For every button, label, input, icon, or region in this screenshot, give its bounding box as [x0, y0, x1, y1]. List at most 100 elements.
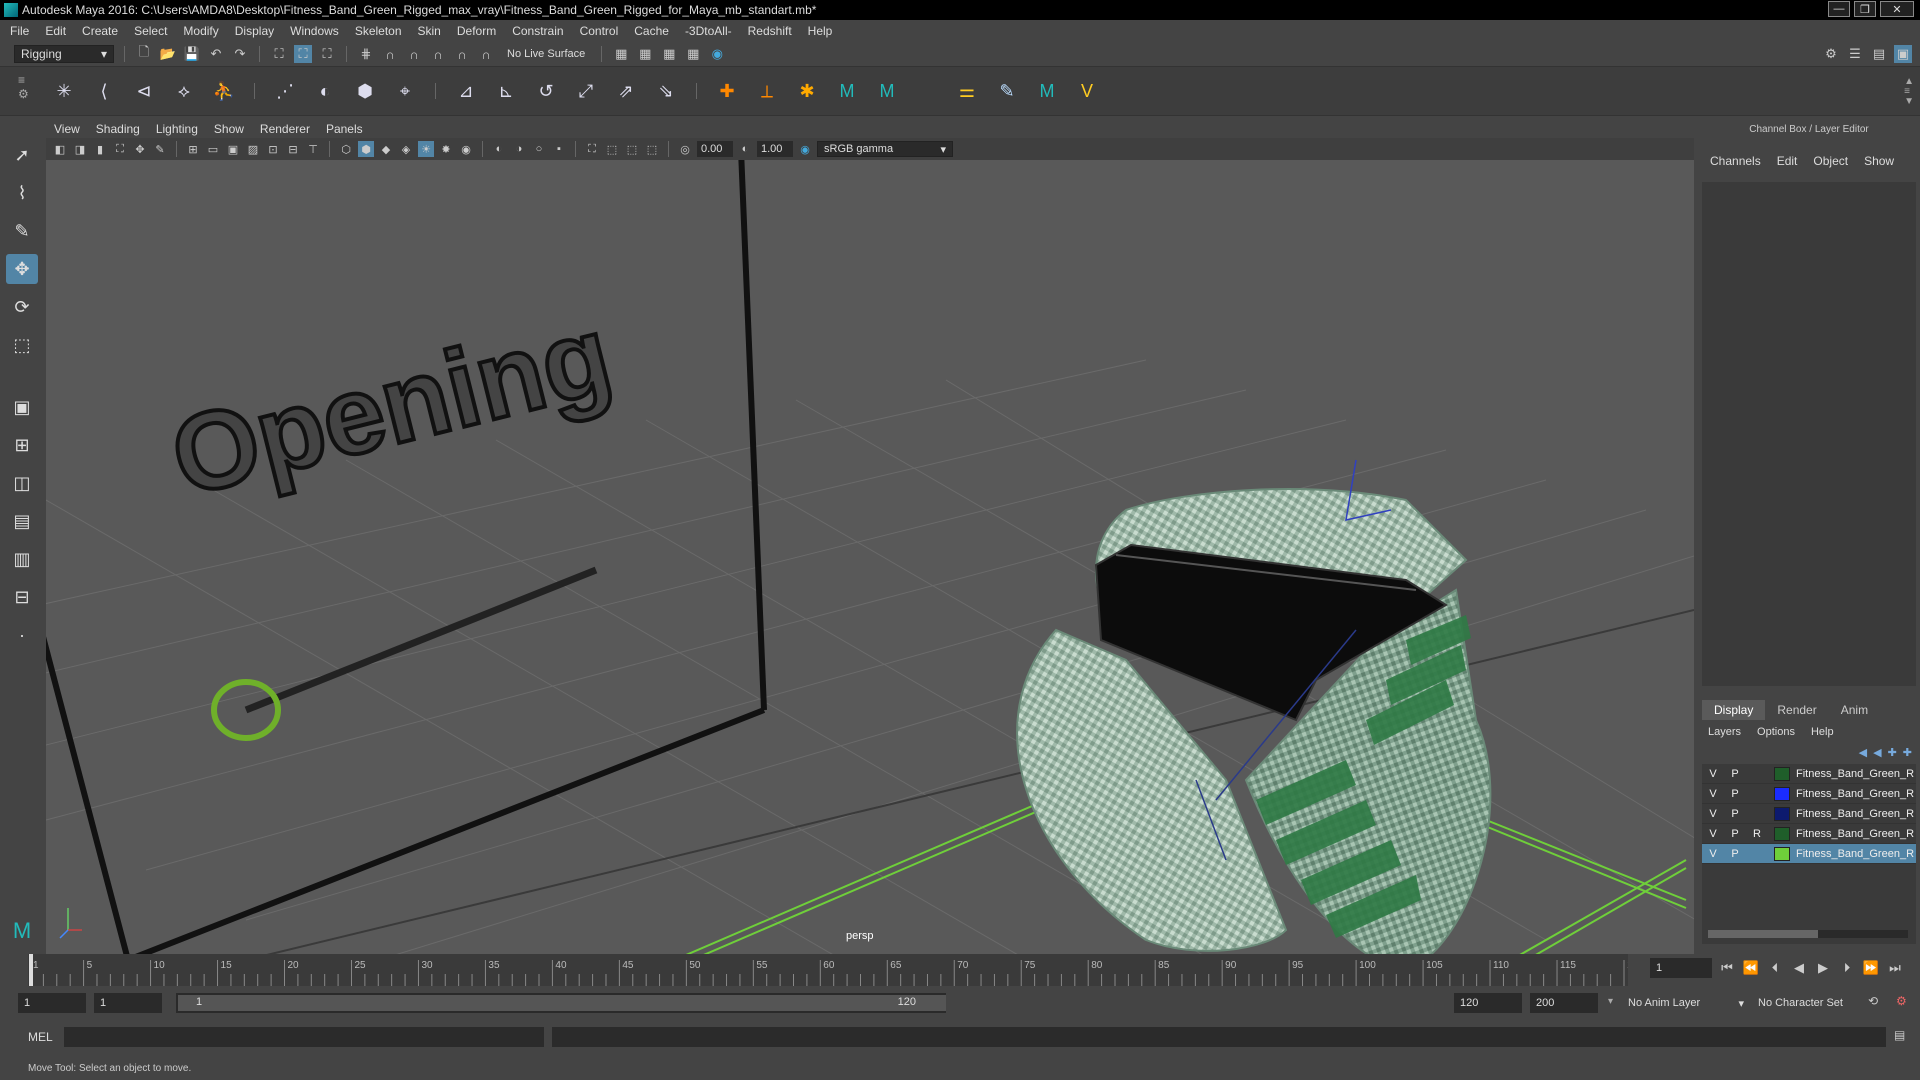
select-hierarchy-icon[interactable]: ⛶: [270, 45, 288, 63]
safe-action-icon[interactable]: ⊟: [285, 141, 301, 157]
channel-list[interactable]: [1702, 182, 1916, 686]
humanik-icon[interactable]: ⛹: [210, 77, 238, 105]
range-handle[interactable]: [178, 995, 946, 1011]
mirror-joint-icon[interactable]: ⟡: [170, 77, 198, 105]
step-back-frame-icon[interactable]: ⏴: [1766, 959, 1784, 977]
scrollbar-thumb[interactable]: [1708, 930, 1818, 938]
tool-settings-icon[interactable]: ▤: [1870, 45, 1888, 63]
maya-icon-3[interactable]: M: [1033, 77, 1061, 105]
layer-menu-options[interactable]: Options: [1757, 726, 1795, 738]
new-layer-icon[interactable]: ✚: [1888, 746, 1897, 759]
playback-start-field[interactable]: 1: [94, 993, 162, 1013]
constraint-pole-icon[interactable]: ⇘: [652, 77, 680, 105]
maya-icon-2[interactable]: M: [873, 77, 901, 105]
cb-menu-object[interactable]: Object: [1813, 154, 1848, 176]
new-scene-icon[interactable]: 🗋: [135, 44, 153, 63]
camera-attr-icon[interactable]: ◨: [72, 141, 88, 157]
attribute-editor-icon[interactable]: ☰: [1846, 45, 1864, 63]
vp-menu-view[interactable]: View: [54, 122, 80, 136]
rotate-tool-icon[interactable]: ⟳: [6, 292, 38, 322]
play-forwards-icon[interactable]: ▶: [1814, 959, 1832, 977]
wireframe-on-shaded-icon[interactable]: ◆: [378, 141, 394, 157]
layer-scrollbar[interactable]: [1708, 930, 1908, 938]
time-slider[interactable]: 1 5 10 15 20 25 30 35 40 45 50 55 60 65 70 75 80 85 90 95 10…: [0, 954, 1920, 986]
vp-menu-show[interactable]: Show: [214, 122, 244, 136]
script-language-label[interactable]: MEL: [28, 1030, 53, 1044]
layer-visibility[interactable]: V: [1702, 848, 1724, 860]
more-layouts-icon[interactable]: ·: [6, 620, 38, 650]
snap-view-icon[interactable]: ∩: [429, 45, 447, 63]
blank-shelf-icon[interactable]: [913, 77, 941, 105]
shadows-icon[interactable]: ✸: [438, 141, 454, 157]
layout-view-icon[interactable]: ⊟: [6, 582, 38, 612]
layer-row-selected[interactable]: V P Fitness_Band_Green_R: [1702, 844, 1916, 864]
frame-selected-icon[interactable]: ⬚: [624, 141, 640, 157]
menu-deform[interactable]: Deform: [457, 24, 496, 38]
snap-live-icon[interactable]: ∩: [477, 45, 495, 63]
bookmark-icon[interactable]: ▮: [92, 141, 108, 157]
ipr-render-icon[interactable]: ▦: [660, 45, 678, 63]
time-ticks[interactable]: 1 5 10 15 20 25 30 35 40 45 50 55 60 65 70 75 80 85 90 95 10…: [28, 954, 1628, 986]
constraint-parent-icon[interactable]: ⊿: [452, 77, 480, 105]
layer-playback[interactable]: P: [1724, 828, 1746, 840]
textured-icon[interactable]: ◈: [398, 141, 414, 157]
scene-3d[interactable]: Opening: [46, 160, 1694, 954]
menuset-dropdown[interactable]: Rigging ▾: [14, 45, 114, 63]
select-tool-icon[interactable]: ➚: [6, 140, 38, 170]
menu-file[interactable]: File: [10, 24, 29, 38]
menu-control[interactable]: Control: [580, 24, 619, 38]
cb-menu-channels[interactable]: Channels: [1710, 154, 1761, 176]
menu-edit[interactable]: Edit: [45, 24, 66, 38]
current-frame-field[interactable]: 1: [1650, 958, 1712, 978]
brush-icon[interactable]: ✎: [993, 77, 1021, 105]
hypershade-icon[interactable]: ◉: [708, 45, 726, 63]
menu-cache[interactable]: Cache: [634, 24, 669, 38]
constraint-point-icon[interactable]: ⊾: [492, 77, 520, 105]
tab-anim[interactable]: Anim: [1829, 700, 1880, 720]
color-management-icon[interactable]: ◉: [797, 141, 813, 157]
2d-pan-icon[interactable]: ✥: [132, 141, 148, 157]
layer-row[interactable]: V P Fitness_Band_Green_R: [1702, 804, 1916, 824]
paint-weights-icon[interactable]: ◐: [311, 77, 339, 105]
scale-tool-icon[interactable]: ⬚: [6, 330, 38, 360]
layer-row[interactable]: V P Fitness_Band_Green_R: [1702, 784, 1916, 804]
layer-color-swatch[interactable]: [1774, 766, 1790, 781]
move-layer-down-icon[interactable]: ◀: [1873, 746, 1881, 759]
layer-color-swatch[interactable]: [1774, 846, 1790, 861]
paint-select-icon[interactable]: ✎: [6, 216, 38, 246]
cluster-icon[interactable]: ⌖: [391, 77, 419, 105]
shelf-options-icon[interactable]: ≡ ⚙: [18, 73, 29, 101]
menu-skin[interactable]: Skin: [418, 24, 441, 38]
layer-color-swatch[interactable]: [1774, 826, 1790, 841]
use-lights-icon[interactable]: ☀: [418, 141, 434, 157]
go-to-start-icon[interactable]: ⏮: [1718, 959, 1736, 977]
camera-select-icon[interactable]: ◧: [52, 141, 68, 157]
select-object-icon[interactable]: ⛶: [294, 45, 312, 63]
menu-windows[interactable]: Windows: [290, 24, 339, 38]
animation-end-field[interactable]: 200: [1530, 993, 1598, 1013]
menu-constrain[interactable]: Constrain: [512, 24, 563, 38]
menu-select[interactable]: Select: [134, 24, 167, 38]
snap-surface-icon[interactable]: ∩: [453, 45, 471, 63]
redo-icon[interactable]: ↷: [231, 45, 249, 63]
maximize-button[interactable]: ❐: [1854, 1, 1876, 17]
bind-skin-icon[interactable]: ⋰: [271, 77, 299, 105]
gate-mask-icon[interactable]: ▨: [245, 141, 261, 157]
colorspace-dropdown[interactable]: sRGB gamma ▾: [817, 141, 953, 157]
undo-icon[interactable]: ↶: [207, 45, 225, 63]
play-backwards-icon[interactable]: ◀: [1790, 959, 1808, 977]
step-back-key-icon[interactable]: ⏪: [1742, 959, 1760, 977]
xray-icon[interactable]: ◐: [491, 141, 507, 157]
tab-display[interactable]: Display: [1702, 700, 1766, 720]
layer-playback[interactable]: P: [1724, 788, 1746, 800]
range-bar[interactable]: 1 120: [176, 993, 946, 1013]
wireframe-icon[interactable]: ⬡: [338, 141, 354, 157]
minimize-button[interactable]: —: [1828, 1, 1850, 17]
tab-render[interactable]: Render: [1765, 700, 1828, 720]
layer-color-swatch[interactable]: [1774, 806, 1790, 821]
xray-active-icon[interactable]: ◑: [511, 141, 527, 157]
modeling-toolkit-icon[interactable]: ⚙: [1822, 45, 1840, 63]
cb-menu-show[interactable]: Show: [1864, 154, 1894, 176]
layer-type[interactable]: R: [1746, 828, 1768, 840]
layer-menu-layers[interactable]: Layers: [1708, 726, 1741, 738]
